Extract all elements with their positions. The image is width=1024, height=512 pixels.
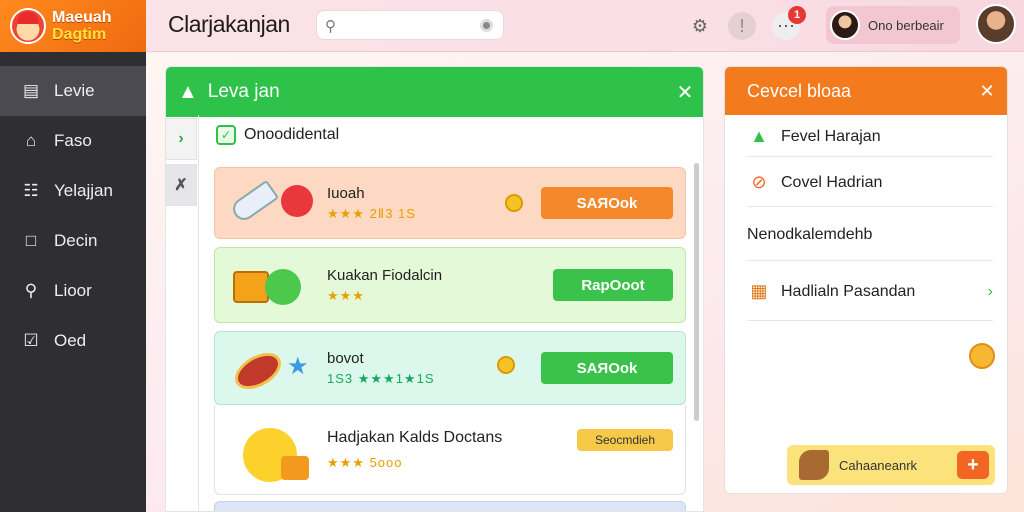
main-panel: ▲ Leva jan ✕ ✓ Onoodidental Iuoah ★★★ 2Ⅱ… xyxy=(165,66,704,512)
list-item[interactable]: Hadjakan Kalds Doctans ★★★ 5ooo Seocmdie… xyxy=(214,405,686,495)
coin-icon xyxy=(505,194,523,212)
home-icon: ⌂ xyxy=(25,131,37,150)
card-action-button[interactable]: Seocmdieh xyxy=(577,429,673,451)
subtitle-text: Onoodidental xyxy=(244,126,340,143)
right-item-gift[interactable]: ▦ Hadlialn Pasandan › xyxy=(747,263,993,321)
logo-text-line2: Dagtim xyxy=(52,26,107,43)
logo-text-line1: Maeuah xyxy=(52,9,112,26)
rocket-icon xyxy=(225,173,325,233)
list-item[interactable] xyxy=(214,501,686,511)
right-item-label: Fevel Harajan xyxy=(781,127,881,145)
info-icon[interactable]: ! xyxy=(728,12,756,40)
user-name: Ono berbeair xyxy=(868,17,944,33)
inbox-icon: ☑ xyxy=(23,331,39,350)
card-action-button[interactable]: SAЯOok xyxy=(541,352,673,384)
app-title: Clarjakanjan xyxy=(168,11,290,37)
right-panel-header: Cevcel bloaa ✕ xyxy=(725,67,1007,115)
close-icon[interactable]: ✕ xyxy=(967,81,1007,102)
sidebar-item-decin[interactable]: □ Decin xyxy=(0,216,146,266)
boots-icon xyxy=(799,450,829,480)
footer-action[interactable]: Cahaaneanrk + xyxy=(787,445,995,485)
main-panel-title: Leva jan xyxy=(207,81,280,102)
scrollbar[interactable] xyxy=(694,163,699,421)
rating-stars: ★★★ 5ooo xyxy=(327,454,403,470)
footer-label: Cahaaneanrk xyxy=(839,457,918,473)
right-item-label: Nenodkalemdehb xyxy=(747,225,873,243)
close-icon[interactable]: ✕ xyxy=(667,80,703,105)
top-bar: Maeuah Dagtim Clarjakanjan ⚲ ⚙ ! ⋯ 1 Ono… xyxy=(0,0,1024,52)
panel-subtitle: ✓ Onoodidental xyxy=(216,125,339,145)
sidebar-item-lioor[interactable]: ⚲ Lioor xyxy=(0,266,146,316)
coin-icon xyxy=(497,356,515,374)
divider xyxy=(198,115,199,511)
sidebar-item-label: Yelajjan xyxy=(54,181,113,200)
search-icon: ⚲ xyxy=(24,281,38,300)
calendar-icon: ▤ xyxy=(22,81,40,100)
sidebar-item-label: Levie xyxy=(54,81,95,100)
coin-icon xyxy=(969,343,995,369)
sidebar-item-label: Lioor xyxy=(54,281,92,300)
side-tabs: › ✗ xyxy=(165,118,197,206)
app-logo[interactable]: Maeuah Dagtim xyxy=(0,0,146,52)
sidebar-item-levie[interactable]: ▤ Levie xyxy=(0,66,146,116)
sidebar-item-label: Faso xyxy=(54,131,92,150)
right-panel: Cevcel bloaa ✕ ▲ Fevel Harajan ⊘ Covel H… xyxy=(724,66,1008,494)
more-menu-icon[interactable]: ⋯ 1 xyxy=(772,6,806,40)
sidebar-item-label: Decin xyxy=(54,231,98,250)
avatar xyxy=(830,10,860,40)
football-icon: ★ xyxy=(225,338,325,398)
tools-icon[interactable]: ✗ xyxy=(165,164,197,206)
list-item[interactable]: ★ bovot 1S3 ★★★1★1S SAЯOok xyxy=(214,331,686,405)
smiley-icon xyxy=(225,420,325,482)
search-input[interactable]: ⚲ xyxy=(316,10,504,40)
list-item[interactable]: Kuakan Fiodalcin ★★★ RapOoot xyxy=(214,247,686,323)
profile-avatar[interactable] xyxy=(976,4,1016,44)
tree-icon: ▲ xyxy=(178,80,198,103)
chevron-right-icon: › xyxy=(987,282,993,300)
right-item-label: Covel Hadrian xyxy=(781,173,883,191)
sidebar: ▤ Levie ⌂ Faso ☷ Yelajjan □ Decin ⚲ Lioo… xyxy=(0,52,146,512)
right-item-label: Hadlialn Pasandan xyxy=(781,282,916,300)
tree-icon: ▲ xyxy=(750,126,768,146)
right-panel-title: Cevcel bloaa xyxy=(747,80,852,101)
sidebar-item-oed[interactable]: ☑ Oed xyxy=(0,316,146,366)
sidebar-item-label: Oed xyxy=(54,331,87,350)
notification-badge: 1 xyxy=(788,6,806,24)
cancel-circle-icon: ⊘ xyxy=(751,172,767,192)
add-button[interactable]: + xyxy=(957,451,989,479)
treasure-chest-icon xyxy=(225,255,325,315)
right-item-cancel[interactable]: ⊘ Covel Hadrian xyxy=(747,159,993,207)
right-item-level[interactable]: ▲ Fevel Harajan xyxy=(747,117,993,157)
main-panel-header: ▲ Leva jan ✕ xyxy=(166,67,703,117)
card-action-button[interactable]: RapOoot xyxy=(553,269,673,301)
user-menu[interactable]: Ono berbeair xyxy=(826,6,960,44)
list-item[interactable]: Iuoah ★★★ 2Ⅱ3 1S SAЯOok xyxy=(214,167,686,239)
chevron-right-icon[interactable]: › xyxy=(165,118,197,160)
settings-gear-icon[interactable]: ⚙ xyxy=(686,12,714,40)
gift-icon: ▦ xyxy=(750,281,768,301)
sidebar-item-yelajjan[interactable]: ☷ Yelajjan xyxy=(0,166,146,216)
search-icon: ⚲ xyxy=(325,18,336,35)
people-icon: ☷ xyxy=(23,181,39,200)
folder-icon: □ xyxy=(25,231,37,250)
right-item-note[interactable]: Nenodkalemdehb xyxy=(747,209,993,261)
sidebar-item-faso[interactable]: ⌂ Faso xyxy=(0,116,146,166)
mascot-icon xyxy=(10,8,46,44)
clear-search-icon[interactable] xyxy=(480,19,493,32)
check-icon: ✓ xyxy=(216,125,236,145)
card-action-button[interactable]: SAЯOok xyxy=(541,187,673,219)
